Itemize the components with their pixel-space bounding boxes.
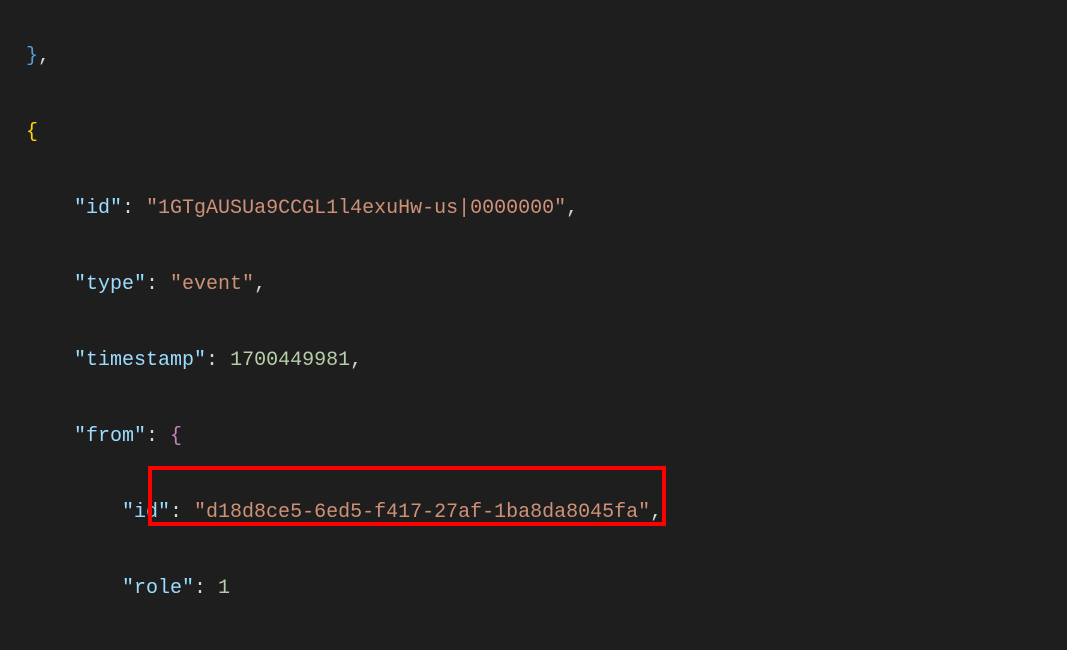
json-val-timestamp: 1700449981 bbox=[230, 349, 350, 372]
code-line: { bbox=[26, 114, 1067, 152]
json-key-timestamp: "timestamp" bbox=[74, 349, 206, 372]
code-line: }, bbox=[26, 38, 1067, 76]
json-val-type: "event" bbox=[170, 273, 254, 296]
json-val-from-role: 1 bbox=[218, 577, 230, 600]
code-line: "id": "d18d8ce5-6ed5-f417-27af-1ba8da804… bbox=[26, 494, 1067, 532]
brace-close: } bbox=[26, 45, 38, 68]
json-key-id: "id" bbox=[74, 197, 122, 220]
code-line: "role": 1 bbox=[26, 570, 1067, 608]
brace-open: { bbox=[26, 121, 38, 144]
code-editor[interactable]: }, { "id": "1GTgAUSUa9CCGL1l4exuHw-us|00… bbox=[0, 0, 1067, 650]
json-val-id: "1GTgAUSUa9CCGL1l4exuHw-us|0000000" bbox=[146, 197, 566, 220]
json-val-from-id: "d18d8ce5-6ed5-f417-27af-1ba8da8045fa" bbox=[194, 501, 650, 524]
json-key-from-id: "id" bbox=[122, 501, 170, 524]
json-key-from-role: "role" bbox=[122, 577, 194, 600]
code-line: }, bbox=[26, 646, 1067, 650]
code-line: "id": "1GTgAUSUa9CCGL1l4exuHw-us|0000000… bbox=[26, 190, 1067, 228]
code-line: "from": { bbox=[26, 418, 1067, 456]
json-key-from: "from" bbox=[74, 425, 146, 448]
code-line: "timestamp": 1700449981, bbox=[26, 342, 1067, 380]
code-line: "type": "event", bbox=[26, 266, 1067, 304]
brace-open: { bbox=[170, 425, 182, 448]
json-key-type: "type" bbox=[74, 273, 146, 296]
